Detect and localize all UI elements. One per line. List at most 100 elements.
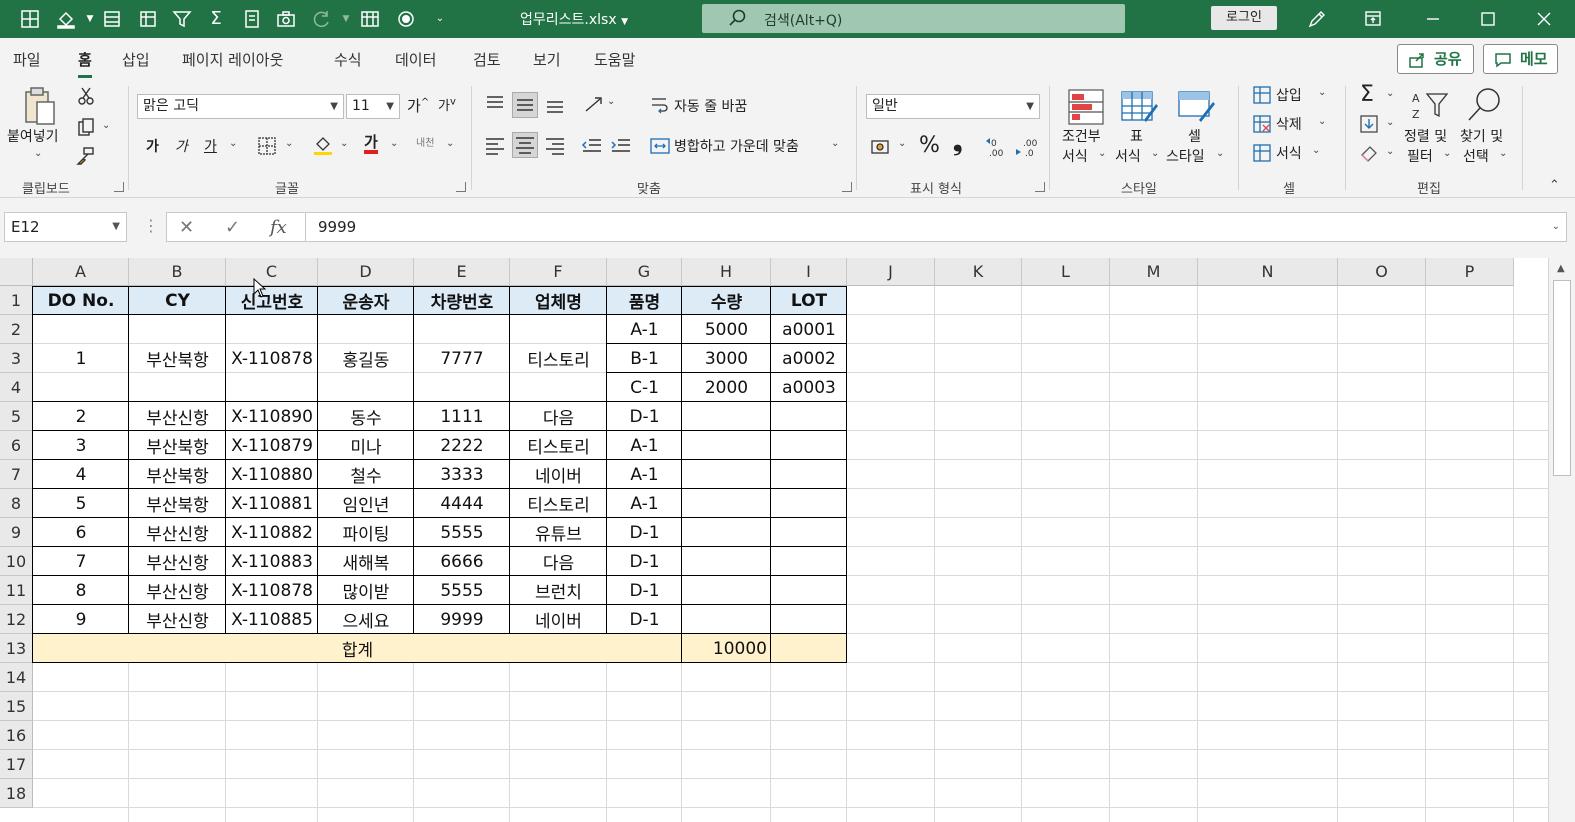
dialog-launcher-icon[interactable] (842, 182, 852, 192)
chevron-down-icon[interactable]: ⌄ (607, 96, 615, 107)
chevron-down-icon[interactable]: ⌄ (446, 138, 454, 149)
login-button[interactable]: 로그인 (1211, 6, 1277, 30)
chevron-down-icon[interactable]: ⌄ (1386, 88, 1394, 99)
merged-cell[interactable]: 1 (33, 315, 129, 402)
pivot-icon[interactable] (138, 9, 158, 29)
tab-home[interactable]: 홈 (78, 49, 92, 78)
cell[interactable] (771, 547, 847, 576)
row-header[interactable]: 9 (0, 518, 33, 547)
cell[interactable]: 9999 (414, 605, 510, 634)
column-header[interactable]: D (318, 258, 414, 286)
chevron-down-icon[interactable]: ⌄ (229, 138, 237, 149)
chevron-down-icon[interactable]: ⌄ (1098, 148, 1106, 159)
column-header[interactable]: O (1338, 258, 1426, 286)
merged-cell[interactable]: 7777 (414, 315, 510, 402)
row-header[interactable]: 3 (0, 344, 33, 373)
cell[interactable] (771, 576, 847, 605)
cell[interactable] (771, 402, 847, 431)
chevron-down-icon[interactable]: ⌄ (898, 138, 906, 149)
row-header[interactable]: 4 (0, 373, 33, 402)
header-cell[interactable]: 수량 (682, 286, 771, 315)
cell[interactable]: X-110882 (226, 518, 318, 547)
table-icon[interactable] (102, 9, 122, 29)
row-header[interactable]: 8 (0, 489, 33, 518)
row-header[interactable]: 17 (0, 750, 33, 779)
phonetic-guide-button[interactable]: 내천 (416, 134, 434, 149)
close-icon[interactable] (1534, 9, 1554, 29)
cell[interactable]: D-1 (607, 576, 682, 605)
cell[interactable]: 미나 (318, 431, 414, 460)
header-cell[interactable]: LOT (771, 286, 847, 315)
filter-icon[interactable] (172, 9, 192, 29)
row-header[interactable]: 2 (0, 315, 33, 344)
cell[interactable]: 5555 (414, 576, 510, 605)
paste-button[interactable]: 붙여넣기 (7, 126, 59, 146)
row-header[interactable]: 15 (0, 692, 33, 721)
tab-formulas[interactable]: 수식 (334, 49, 362, 70)
form-icon[interactable] (242, 9, 262, 29)
cell[interactable]: 유튜브 (510, 518, 607, 547)
header-cell[interactable]: 업체명 (510, 286, 607, 315)
cell[interactable]: 4444 (414, 489, 510, 518)
cell[interactable]: X-110880 (226, 460, 318, 489)
find-select-button[interactable]: 찾기 및 (1460, 126, 1503, 146)
cell[interactable]: 부산북항 (129, 489, 226, 518)
tab-page-layout[interactable]: 페이지 레이아웃 (182, 49, 283, 70)
select-all-corner[interactable] (0, 258, 33, 286)
enter-icon[interactable]: ✓ (225, 217, 240, 238)
column-header[interactable]: M (1110, 258, 1198, 286)
column-header[interactable]: C (226, 258, 318, 286)
cell[interactable]: 철수 (318, 460, 414, 489)
column-header[interactable]: B (129, 258, 226, 286)
cell[interactable]: 3000 (682, 344, 771, 373)
chevron-down-icon[interactable]: ⌄ (390, 138, 398, 149)
collapse-ribbon-icon[interactable]: ⌃ (1549, 178, 1560, 193)
wrap-text-icon[interactable] (650, 95, 670, 115)
column-header[interactable]: F (510, 258, 607, 286)
delete-cells-button[interactable]: 삭제 (1276, 114, 1302, 134)
autosum-icon[interactable]: Σ (1360, 82, 1374, 107)
header-cell[interactable]: DO No. (33, 286, 129, 315)
file-title[interactable]: 업무리스트.xlsx ▼ (520, 9, 628, 29)
cell[interactable]: 브런치 (510, 576, 607, 605)
fill-color-icon[interactable] (56, 9, 76, 29)
font-color-icon[interactable]: 가 (364, 134, 378, 154)
cell[interactable] (682, 547, 771, 576)
column-header[interactable]: G (607, 258, 682, 286)
accounting-format-icon[interactable] (870, 136, 892, 158)
header-cell[interactable]: 신고번호 (226, 286, 318, 315)
row-header[interactable]: 16 (0, 721, 33, 750)
cell[interactable]: a0001 (771, 315, 847, 344)
align-right-icon[interactable] (544, 134, 566, 156)
cell[interactable]: 네이버 (510, 605, 607, 634)
row-header[interactable]: 14 (0, 663, 33, 692)
cell[interactable]: a0003 (771, 373, 847, 402)
format-as-table-icon[interactable] (1120, 88, 1158, 126)
paste-icon[interactable] (20, 86, 60, 130)
cell[interactable]: B-1 (607, 344, 682, 373)
font-name-select[interactable]: 맑은 고딕 ▼ (137, 94, 344, 119)
memo-button[interactable]: 메모 (1483, 44, 1558, 74)
copy-icon[interactable] (76, 117, 96, 137)
chevron-down-icon[interactable]: ▼ (80, 9, 100, 29)
font-size-select[interactable]: 11 ▼ (346, 94, 400, 119)
column-header[interactable]: I (771, 258, 847, 286)
tab-view[interactable]: 보기 (533, 49, 561, 70)
cell[interactable]: 6666 (414, 547, 510, 576)
cell[interactable]: 8 (33, 576, 129, 605)
name-box[interactable]: E12 ▼ (4, 212, 127, 242)
fill-color-icon[interactable] (313, 134, 333, 156)
customize-qat-icon[interactable]: ⌄ (430, 9, 450, 29)
merged-cell[interactable]: 부산북항 (129, 315, 226, 402)
decrease-indent-icon[interactable] (581, 134, 603, 156)
column-header[interactable]: E (414, 258, 510, 286)
align-center-icon[interactable] (512, 132, 538, 158)
conditional-formatting-button[interactable]: 조건부 (1062, 126, 1101, 146)
column-header[interactable]: K (935, 258, 1022, 286)
cell[interactable]: X-110883 (226, 547, 318, 576)
insert-function-icon[interactable]: fx (270, 217, 287, 238)
orientation-icon[interactable] (583, 94, 605, 116)
row-header[interactable]: 5 (0, 402, 33, 431)
cell[interactable]: 으세요 (318, 605, 414, 634)
grid-icon[interactable] (20, 9, 40, 29)
